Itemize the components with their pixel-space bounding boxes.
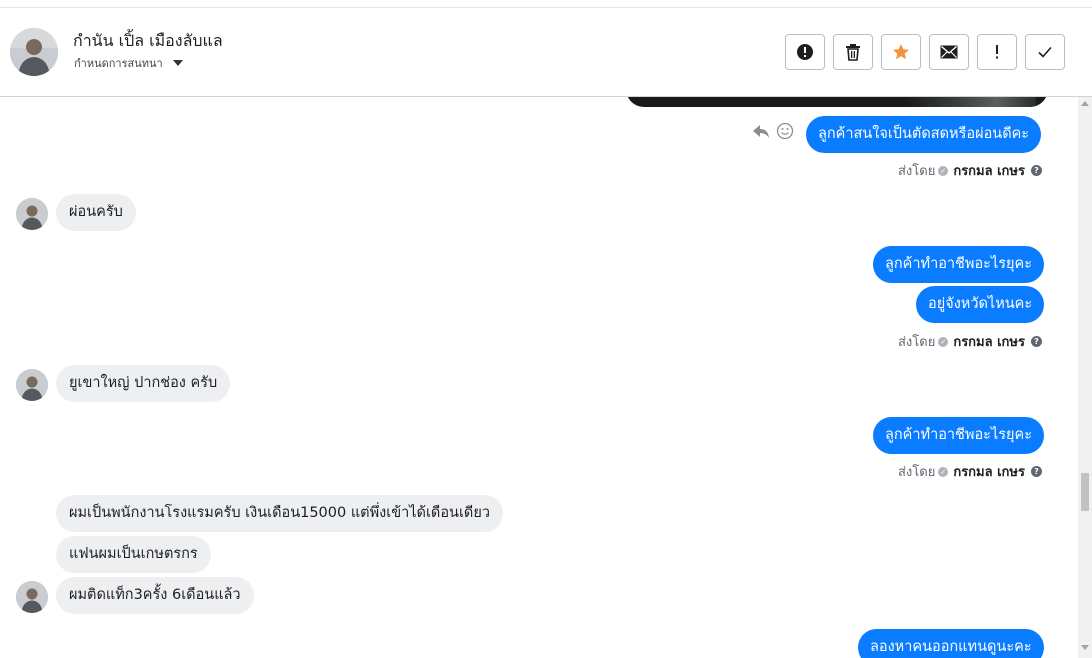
alert-circle-icon xyxy=(797,44,813,60)
sent-by-info: ส่งโดย ✓ กรกมล เกษร ? xyxy=(898,461,1042,482)
scroll-up-arrow-icon[interactable] xyxy=(1081,101,1089,106)
image-content xyxy=(906,97,1036,107)
incoming-message[interactable]: แฟนผมเป็นเกษตรกร xyxy=(56,536,211,573)
previous-image-attachment[interactable] xyxy=(626,97,1048,107)
emoji-reaction-icon[interactable] xyxy=(776,122,794,140)
messenger-window: กำนัน เปิ้ล เมืองลับแล กำหนดการสนทนา ลูก… xyxy=(0,0,1092,658)
mark-important-button[interactable] xyxy=(977,34,1017,70)
reply-icon[interactable] xyxy=(752,123,770,139)
delete-button[interactable] xyxy=(833,34,873,70)
caret-down-icon xyxy=(172,60,183,66)
agent-name: กรกมล เกษร xyxy=(953,465,1025,480)
star-icon xyxy=(893,44,909,60)
assign-conversation-dropdown[interactable]: กำหนดการสนทนา xyxy=(74,54,183,72)
sent-by-label: ส่งโดย xyxy=(898,465,936,480)
outgoing-message[interactable]: อยู่จังหวัดไหนคะ xyxy=(916,286,1045,323)
help-icon[interactable]: ? xyxy=(1030,466,1042,477)
agent-name: กรกมล เกษร xyxy=(953,335,1025,350)
help-icon[interactable]: ? xyxy=(1030,165,1042,176)
header-actions xyxy=(785,34,1065,70)
sent-by-info: ส่งโดย ✓ กรกมล เกษร ? xyxy=(898,160,1042,181)
conversation-header: กำนัน เปิ้ล เมืองลับแล กำหนดการสนทนา xyxy=(0,8,1092,97)
message-hover-tools xyxy=(752,122,794,140)
help-icon[interactable]: ? xyxy=(1030,336,1042,347)
envelope-icon xyxy=(940,45,958,59)
thread-scrollbar[interactable] xyxy=(1078,97,1092,658)
trash-icon xyxy=(846,44,860,61)
incoming-message[interactable]: ผ่อนครับ xyxy=(56,194,136,231)
outgoing-message[interactable]: ลูกค้าทำอาชีพอะไรยุคะ xyxy=(873,417,1045,454)
outgoing-message[interactable]: ลองหาคนออกแทนดูนะคะ xyxy=(858,629,1044,658)
sent-by-label: ส่งโดย xyxy=(898,335,936,350)
sent-by-label: ส่งโดย xyxy=(898,164,936,179)
assign-label: กำหนดการสนทนา xyxy=(74,57,163,70)
check-icon xyxy=(1038,46,1052,58)
incoming-message[interactable]: ผมติดแท็ก3ครั้ง 6เดือนแล้ว xyxy=(56,577,254,614)
message-thread: ลูกค้าสนใจเป็นตัดสดหรือผ่อนดีคะ ส่งโดย ✓… xyxy=(0,97,1078,658)
scrollbar-thumb[interactable] xyxy=(1081,473,1089,511)
contact-avatar-small xyxy=(16,581,48,613)
contact-avatar-small xyxy=(16,198,48,230)
agent-status-icon: ✓ xyxy=(938,466,949,477)
agent-status-icon: ✓ xyxy=(938,336,949,347)
exclamation-icon xyxy=(996,45,998,59)
star-button[interactable] xyxy=(881,34,921,70)
outgoing-message[interactable]: ลูกค้าสนใจเป็นตัดสดหรือผ่อนดีคะ xyxy=(806,116,1042,153)
mark-unread-button[interactable] xyxy=(929,34,969,70)
mark-done-button[interactable] xyxy=(1025,34,1065,70)
contact-name: กำนัน เปิ้ล เมืองลับแล xyxy=(73,31,223,50)
outgoing-message[interactable]: ลูกค้าทำอาชีพอะไรยุคะ xyxy=(873,246,1045,283)
agent-status-icon: ✓ xyxy=(938,165,949,176)
report-spam-button[interactable] xyxy=(785,34,825,70)
sent-by-info: ส่งโดย ✓ กรกมล เกษร ? xyxy=(898,331,1042,352)
contact-avatar[interactable] xyxy=(10,28,58,76)
contact-avatar-small xyxy=(16,369,48,401)
agent-name: กรกมล เกษร xyxy=(953,164,1025,179)
incoming-message[interactable]: ผมเป็นพนักงานโรงแรมครับ เงินเดือน15000 แ… xyxy=(56,495,503,532)
incoming-message[interactable]: ยูเขาใหญ่ ปากช่อง ครับ xyxy=(56,365,231,402)
scroll-down-arrow-icon[interactable] xyxy=(1081,645,1089,650)
